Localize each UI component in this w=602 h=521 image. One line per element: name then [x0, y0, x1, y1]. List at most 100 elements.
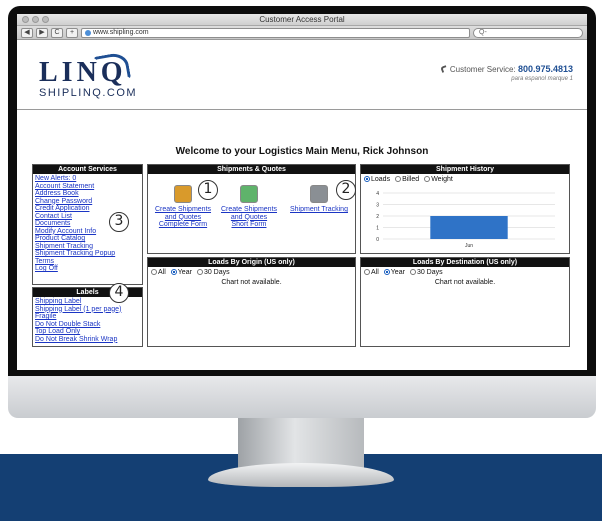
phone-icon [440, 65, 448, 73]
globe-icon [85, 29, 91, 36]
create-complete-line1: Create Shipments [154, 206, 212, 213]
search-field[interactable]: Q- [473, 27, 583, 38]
radio-selected-icon [364, 176, 370, 183]
add-bookmark-button[interactable]: + [66, 27, 78, 38]
reload-button[interactable]: C [51, 27, 63, 38]
loads-origin-panel: Loads By Origin (US only) All Year 30 Da… [147, 257, 356, 347]
customer-service-label: Customer Service: [449, 65, 516, 74]
customer-service-phone[interactable]: 800.975.4813 [518, 64, 573, 74]
destination-option-year-label: Year [390, 269, 405, 276]
tracking-icon [310, 185, 328, 203]
y-tick-label: 4 [376, 191, 379, 197]
shipments-quotes-panel: Shipments & Quotes Create Shipments and … [147, 164, 356, 254]
account-link-log-off[interactable]: Log Off [35, 265, 140, 273]
shipment-history-options: Loads Billed Weight [361, 174, 569, 185]
address-bar[interactable]: www.shipling.com [81, 27, 470, 38]
origin-option-30-days-label: 30 Days [203, 269, 230, 276]
welcome-message: Welcome to your Logistics Main Menu, Ric… [175, 146, 429, 157]
label-link-fragile[interactable]: Fragile [35, 313, 140, 321]
radio-icon [364, 269, 370, 276]
callout-3: 3 [109, 212, 129, 232]
loads-origin-title: Loads By Origin (US only) [148, 258, 355, 267]
history-option-loads-label: Loads [371, 176, 391, 183]
loads-destination-panel: Loads By Destination (US only) All Year … [360, 257, 570, 347]
account-link-new-alerts[interactable]: New Alerts: 0 [35, 175, 140, 183]
radio-icon [395, 176, 402, 183]
loads-destination-title: Loads By Destination (US only) [361, 258, 569, 267]
origin-option-30-days[interactable]: 30 Days [196, 269, 230, 276]
window-titlebar: Customer Access Portal [17, 14, 587, 26]
account-link-shipment-tracking-popup[interactable]: Shipment Tracking Popup [35, 250, 140, 258]
history-option-weight[interactable]: Weight [424, 176, 453, 183]
box-icon [174, 185, 192, 203]
origin-option-year[interactable]: Year [170, 269, 192, 276]
create-complete-line2: and Quotes [164, 213, 202, 221]
forward-button[interactable]: ▶ [36, 27, 48, 38]
history-option-billed[interactable]: Billed [395, 176, 419, 183]
loads-origin-message: Chart not available. [221, 279, 282, 286]
account-link-product-catalog[interactable]: Product Catalog [35, 235, 140, 243]
account-link-address-book[interactable]: Address Book [35, 190, 140, 198]
browser-toolbar: ◀ ▶ C + www.shipling.com Q- [17, 26, 587, 40]
destination-option-30-days[interactable]: 30 Days [409, 269, 443, 276]
loads-destination-message: Chart not available. [434, 279, 496, 286]
create-shipments-short-link[interactable]: Create Shipments and Quotes Short Form [218, 185, 280, 229]
account-link-change-password[interactable]: Change Password [35, 198, 140, 206]
shipment-history-chart: 0 1 2 3 4 Jun [376, 191, 555, 249]
spanish-note: para espanol marque 1 [511, 76, 573, 82]
y-tick-label: 3 [376, 203, 379, 209]
origin-option-all[interactable]: All [151, 269, 166, 276]
logo-subtext: SHIPLINQ.COM [39, 87, 138, 99]
company-logo[interactable]: LINQ SHIPLINQ.COM [39, 51, 138, 99]
window-title: Customer Access Portal [259, 15, 345, 24]
back-button[interactable]: ◀ [21, 27, 33, 38]
radio-icon [196, 269, 203, 276]
origin-option-all-label: All [158, 269, 166, 276]
loads-destination-options: All Year 30 Days [361, 267, 569, 278]
label-link-do-not-double-stack[interactable]: Do Not Double Stack [35, 321, 140, 329]
history-option-weight-label: Weight [431, 176, 453, 183]
history-option-loads[interactable]: Loads [364, 176, 390, 183]
monitor-chin [8, 374, 596, 418]
account-link-terms[interactable]: Terms [35, 258, 140, 266]
account-link-account-statement[interactable]: Account Statement [35, 183, 140, 191]
history-option-billed-label: Billed [402, 176, 420, 183]
radio-selected-icon [383, 269, 390, 276]
label-link-shipping-label-1-per-page[interactable]: Shipping Label (1 per page) [35, 306, 140, 314]
account-link-shipment-tracking[interactable]: Shipment Tracking [35, 243, 140, 251]
address-bar-text: www.shipling.com [93, 28, 149, 36]
radio-icon [424, 176, 431, 183]
destination-option-year[interactable]: Year [383, 269, 405, 276]
destination-option-all[interactable]: All [364, 269, 379, 276]
destination-option-30-days-label: 30 Days [416, 269, 443, 276]
create-short-line1: Create Shipments [220, 206, 278, 213]
y-tick-label: 1 [376, 226, 379, 232]
radio-selected-icon [170, 269, 177, 276]
origin-option-year-label: Year [177, 269, 192, 276]
radio-icon [151, 269, 157, 276]
destination-option-all-label: All [371, 269, 379, 276]
page-header: LINQ SHIPLINQ.COM Customer Service: 800.… [17, 40, 587, 110]
labels-list: Shipping Label Shipping Label (1 per pag… [33, 297, 142, 344]
shipment-history-title: Shipment History [361, 165, 569, 174]
shipments-quotes-title: Shipments & Quotes [148, 165, 355, 174]
callout-1: 1 [198, 180, 218, 200]
create-complete-line3: Complete Form [158, 221, 208, 228]
customer-service-line: Customer Service: 800.975.4813 [440, 64, 573, 74]
create-short-line3: Short Form [231, 221, 267, 228]
callout-4: 4 [109, 283, 129, 303]
y-tick-label: 2 [376, 214, 379, 220]
shipment-history-panel: Shipment History Loads Billed Weight 0 1 2… [360, 164, 570, 254]
label-link-top-load-only[interactable]: Top Load Only [35, 328, 140, 336]
short-form-icon [240, 185, 258, 203]
y-tick-label: 0 [376, 237, 379, 243]
account-services-title: Account Services [33, 165, 142, 174]
label-link-do-not-break-shrink-wrap[interactable]: Do Not Break Shrink Wrap [35, 336, 140, 344]
x-tick-label: Jun [465, 243, 473, 249]
bar-jun [430, 216, 508, 239]
account-link-credit-application[interactable]: Credit Application [35, 205, 140, 213]
shipment-tracking-label: Shipment Tracking [290, 206, 348, 213]
callout-2: 2 [336, 180, 356, 200]
loads-origin-options: All Year 30 Days [148, 267, 355, 278]
customer-service: Customer Service: 800.975.4813 para espa… [440, 64, 573, 82]
